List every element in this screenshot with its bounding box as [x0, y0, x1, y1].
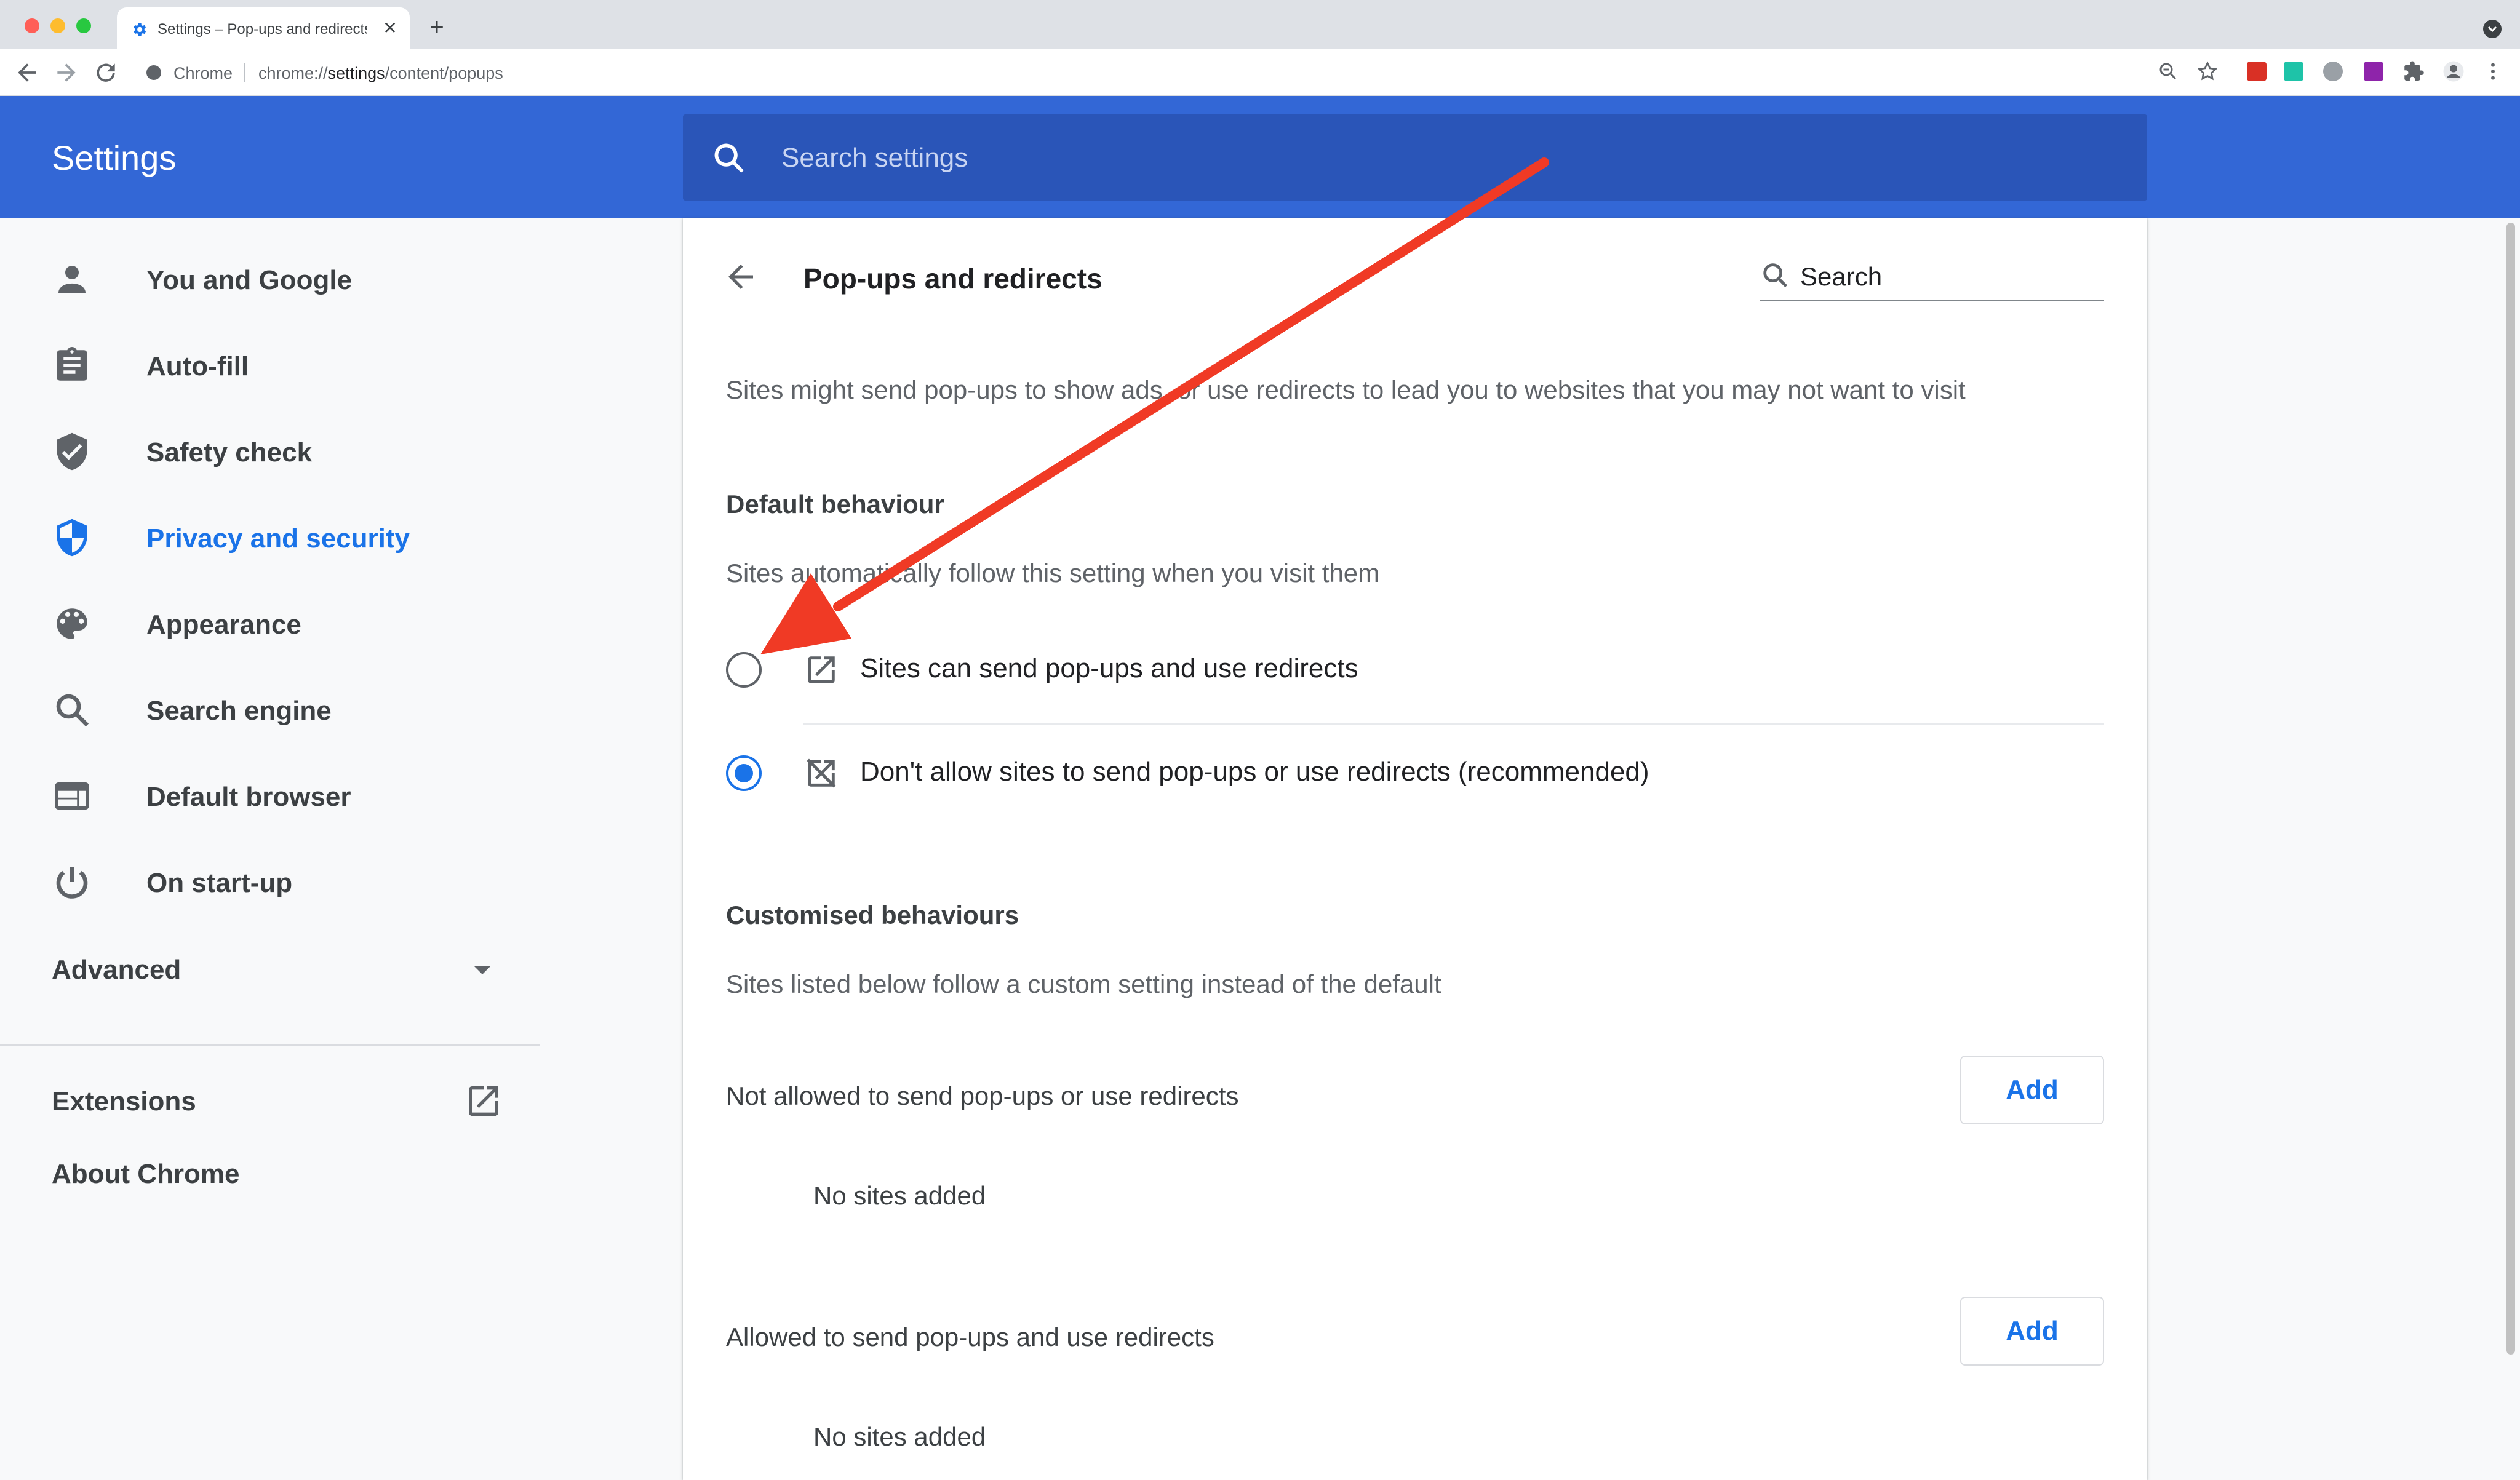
radio-block-popups[interactable]: [726, 755, 762, 791]
open-in-new-icon: [808, 656, 835, 683]
customised-behaviours-subtext: Sites listed below follow a custom setti…: [726, 969, 1441, 998]
option-block-label[interactable]: Don't allow sites to send pop-ups or use…: [860, 757, 1649, 787]
popup-blocked-icon: [807, 758, 836, 788]
sidebar-item-search-engine[interactable]: Search engine: [0, 665, 541, 751]
radio-allow-popups[interactable]: [726, 652, 762, 688]
back-arrow-icon[interactable]: [14, 59, 41, 86]
allowed-list-empty: No sites added: [813, 1422, 986, 1451]
sidebar-item-label: Default browser: [146, 782, 351, 812]
url-host: settings: [327, 64, 385, 82]
default-behaviour-subtext: Sites automatically follow this setting …: [726, 559, 1380, 587]
sidebar-item-auto-fill[interactable]: Auto-fill: [0, 320, 541, 407]
page-scrollbar-thumb[interactable]: [2506, 223, 2515, 1355]
search-icon: [1763, 263, 1788, 288]
popups-settings-card: Pop-ups and redirects Search Sites might…: [683, 218, 2147, 1480]
sidebar-item-privacy-and-security[interactable]: Privacy and security: [0, 493, 541, 579]
option-divider: [803, 723, 2104, 725]
forward-arrow-icon[interactable]: [53, 59, 80, 86]
puzzle-icon[interactable]: [2403, 60, 2425, 82]
tab-search-button[interactable]: [2483, 20, 2502, 38]
default-behaviour-heading: Default behaviour: [726, 490, 944, 519]
customised-behaviours-heading: Customised behaviours: [726, 901, 1019, 929]
sidebar-item-label: Search engine: [146, 696, 332, 726]
sidebar-item-extensions[interactable]: Extensions: [0, 1073, 541, 1134]
sidebar-item-label: Appearance: [146, 610, 301, 640]
power-icon: [56, 867, 88, 899]
search-icon: [714, 143, 744, 173]
palette-icon: [57, 608, 87, 639]
sidebar-item-safety-check[interactable]: Safety check: [0, 407, 541, 493]
advanced-label: Advanced: [52, 955, 181, 985]
open-in-new-icon: [469, 1086, 498, 1116]
sidebar-divider: [0, 1044, 540, 1046]
browser-icon: [55, 782, 89, 810]
person-icon: [58, 266, 86, 293]
gear-icon: [134, 23, 146, 36]
blocked-list-empty: No sites added: [813, 1181, 986, 1210]
page-title: Pop-ups and redirects: [803, 263, 1102, 295]
address-bar[interactable]: Chrome chrome://settings/content/popups: [135, 55, 2147, 90]
url-path: /content/popups: [385, 64, 503, 82]
kebab-menu-icon[interactable]: [2482, 60, 2504, 82]
site-info-icon[interactable]: [146, 65, 161, 80]
window-maximize-button[interactable]: [76, 18, 91, 33]
sidebar-advanced-toggle[interactable]: Advanced: [0, 937, 541, 999]
window-close-button[interactable]: [25, 18, 39, 33]
tab-title: Settings – Pop-ups and redirects: [158, 21, 367, 38]
extension-purple-icon[interactable]: [2364, 62, 2383, 81]
sidebar-item-label: Safety check: [146, 437, 313, 467]
browser-toolbar: Chrome chrome://settings/content/popups: [0, 49, 2520, 96]
new-tab-button[interactable]: +: [425, 15, 449, 39]
tab-close-icon[interactable]: ✕: [379, 17, 401, 39]
sidebar-item-label: You and Google: [146, 265, 353, 295]
shield-icon: [57, 519, 87, 557]
extension-n-icon[interactable]: [2284, 62, 2303, 81]
url-scheme: chrome://: [258, 64, 328, 82]
subpage-search-placeholder: Search: [1800, 262, 1883, 291]
caret-down-icon: [474, 966, 491, 974]
sidebar-item-default-browser[interactable]: Default browser: [0, 751, 541, 837]
search-settings-placeholder: Search settings: [781, 143, 968, 173]
sidebar-item-about-chrome[interactable]: About Chrome: [52, 1159, 240, 1190]
allowed-list-label: Allowed to send pop-ups and use redirect…: [726, 1323, 1214, 1351]
address-url[interactable]: chrome://settings/content/popups: [258, 64, 503, 83]
add-blocked-site-button[interactable]: Add: [1960, 1056, 2104, 1124]
site-chip-label: Chrome: [173, 64, 233, 82]
zoom-icon[interactable]: [2157, 60, 2179, 82]
address-separator: [244, 63, 245, 82]
page-description: Sites might send pop-ups to show ads, or…: [726, 375, 1966, 404]
sidebar-item-you-and-google[interactable]: You and Google: [0, 234, 541, 320]
settings-sidebar: You and Google Auto-fill Safety check Pr…: [0, 218, 541, 1480]
browser-tabstrip: Settings – Pop-ups and redirects ✕ +: [0, 0, 2520, 49]
blocked-list-label: Not allowed to send pop-ups or use redir…: [726, 1081, 1239, 1110]
add-allowed-site-button[interactable]: Add: [1960, 1297, 2104, 1366]
extensions-label: Extensions: [52, 1086, 196, 1116]
sidebar-item-label: On start-up: [146, 868, 293, 898]
settings-header: Settings Search settings: [0, 96, 2520, 218]
chevron-down-icon: [2487, 26, 2497, 33]
clipboard-icon: [57, 346, 87, 381]
profile-avatar-icon[interactable]: [2442, 60, 2465, 82]
back-arrow-icon[interactable]: [722, 258, 759, 295]
extension-grey-icon[interactable]: [2323, 62, 2343, 81]
sidebar-item-appearance[interactable]: Appearance: [0, 579, 541, 665]
option-allow-label[interactable]: Sites can send pop-ups and use redirects: [860, 653, 1358, 684]
reload-icon[interactable]: [92, 59, 119, 86]
window-minimize-button[interactable]: [50, 18, 65, 33]
subpage-search-input[interactable]: Search: [1760, 255, 2104, 301]
sidebar-item-label: Privacy and security: [146, 523, 410, 554]
bookmark-star-icon[interactable]: [2196, 60, 2219, 82]
browser-tab-settings[interactable]: Settings – Pop-ups and redirects ✕: [117, 7, 410, 49]
sidebar-item-label: Auto-fill: [146, 351, 249, 381]
settings-title: Settings: [52, 138, 177, 177]
search-settings-input[interactable]: Search settings: [683, 114, 2147, 201]
search-icon: [56, 694, 89, 727]
extension-red-icon[interactable]: [2247, 62, 2267, 81]
sidebar-item-on-start-up[interactable]: On start-up: [0, 837, 541, 923]
shield-check-icon: [57, 432, 87, 471]
